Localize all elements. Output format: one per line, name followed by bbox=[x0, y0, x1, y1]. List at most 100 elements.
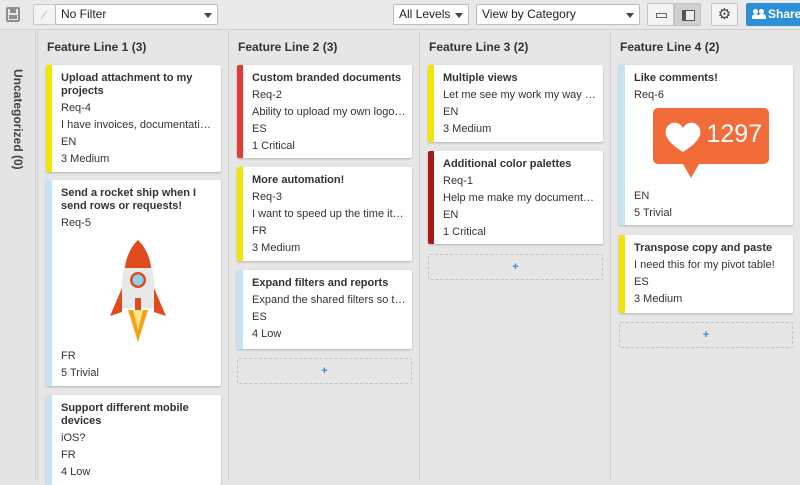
card-req-1[interactable]: Additional color palettes Req-1 Help me … bbox=[428, 151, 603, 244]
card-title: Transpose copy and paste bbox=[634, 242, 773, 254]
card-req-4[interactable]: Upload attachment to my projects Req-4 I… bbox=[46, 65, 221, 172]
card-priority: 1 Critical bbox=[252, 140, 295, 152]
column-feature-line-3: Feature Line 3 (2) Multiple views Let me… bbox=[419, 31, 610, 480]
uncategorized-column: Uncategorized (0) bbox=[0, 31, 36, 480]
priority-stripe bbox=[619, 235, 625, 313]
card-priority: 4 Low bbox=[252, 328, 282, 340]
card-description: I want to speed up the time it takes bbox=[252, 208, 406, 220]
column-title: Feature Line 2 (3) bbox=[238, 40, 338, 54]
card-req-3[interactable]: More automation! Req-3 I want to speed u… bbox=[237, 167, 412, 261]
levels-select-value: All Levels bbox=[399, 7, 451, 21]
card-title: Multiple views bbox=[443, 72, 518, 84]
card-transpose-copy[interactable]: Transpose copy and paste I need this for… bbox=[619, 235, 793, 313]
card-description: Let me see my work my way and bbox=[443, 89, 597, 101]
chevron-down-icon bbox=[204, 13, 212, 18]
priority-stripe bbox=[237, 270, 243, 349]
toolbar: ⁄ No Filter All Levels View by Category … bbox=[0, 0, 800, 30]
people-icon bbox=[752, 9, 766, 19]
card-id: Req-6 bbox=[634, 89, 664, 101]
filter-select[interactable]: No Filter bbox=[55, 4, 218, 25]
card-view-button[interactable] bbox=[674, 3, 701, 26]
save-icon[interactable] bbox=[6, 7, 20, 22]
card-language: EN bbox=[443, 209, 459, 221]
levels-select[interactable]: All Levels bbox=[393, 4, 469, 25]
card-multiple-views[interactable]: Multiple views Let me see my work my way… bbox=[428, 65, 603, 142]
column-title: Feature Line 3 (2) bbox=[429, 40, 529, 54]
column-title: Feature Line 1 (3) bbox=[47, 40, 147, 54]
priority-stripe bbox=[46, 65, 52, 172]
compact-view-button[interactable] bbox=[647, 3, 674, 26]
like-badge-image: 1297 bbox=[652, 108, 769, 178]
column-feature-line-4: Feature Line 4 (2) Like comments! Req-6 … bbox=[610, 31, 800, 480]
card-mobile-devices[interactable]: Support different mobile devices iOS? FR… bbox=[46, 395, 221, 485]
priority-stripe bbox=[237, 167, 243, 261]
column-title: Feature Line 4 (2) bbox=[620, 40, 720, 54]
card-id: Req-1 bbox=[443, 175, 473, 187]
card-language: EN bbox=[443, 106, 459, 118]
card-language: FR bbox=[61, 350, 76, 362]
card-title: Expand filters and reports bbox=[252, 277, 389, 289]
card-expand-filters[interactable]: Expand filters and reports Expand the sh… bbox=[237, 270, 412, 349]
card-priority: 4 Low bbox=[61, 466, 91, 478]
share-button-label: Share bbox=[768, 7, 800, 21]
card-language: EN bbox=[634, 190, 650, 202]
card-language: ES bbox=[634, 276, 649, 288]
gear-icon: ⚙ bbox=[717, 6, 732, 23]
priority-stripe bbox=[237, 65, 243, 158]
chevron-down-icon bbox=[626, 13, 634, 18]
card-priority: 3 Medium bbox=[634, 293, 683, 305]
card-req-5[interactable]: Send a rocket ship when I send rows or r… bbox=[46, 180, 221, 386]
card-description: I have invoices, documentations and bbox=[61, 119, 215, 131]
add-card-button[interactable]: + bbox=[619, 322, 793, 348]
rocket-image bbox=[106, 238, 170, 348]
card-language: ES bbox=[252, 123, 267, 135]
like-count: 1297 bbox=[706, 120, 763, 148]
card-description: Expand the shared filters so that it bbox=[252, 294, 406, 306]
card-title: More automation! bbox=[252, 174, 345, 186]
chevron-down-icon bbox=[455, 13, 463, 18]
card-title: Upload attachment to my projects bbox=[61, 72, 193, 97]
card-title: Send a rocket ship when I send rows or r… bbox=[61, 187, 197, 212]
card-id: Req-5 bbox=[61, 217, 91, 229]
card-id: Req-3 bbox=[252, 191, 282, 203]
priority-stripe bbox=[46, 180, 52, 386]
priority-stripe bbox=[46, 395, 52, 485]
card-title: Additional color palettes bbox=[443, 158, 572, 170]
card-language: EN bbox=[61, 136, 77, 148]
card-view-icon bbox=[682, 10, 695, 21]
card-priority: 1 Critical bbox=[443, 226, 486, 238]
card-priority: 5 Trivial bbox=[634, 207, 672, 219]
card-id: Req-2 bbox=[252, 89, 282, 101]
priority-stripe bbox=[428, 151, 434, 244]
priority-stripe bbox=[619, 65, 625, 225]
card-language: FR bbox=[61, 449, 76, 461]
card-description: Ability to upload my own logo and bbox=[252, 106, 406, 118]
card-title: Like comments! bbox=[634, 72, 718, 84]
compact-view-icon bbox=[656, 13, 667, 18]
filter-select-value: No Filter bbox=[61, 7, 107, 21]
priority-stripe bbox=[428, 65, 434, 142]
card-priority: 5 Trivial bbox=[61, 367, 99, 379]
card-title: Custom branded documents bbox=[252, 72, 402, 84]
column-feature-line-1: Feature Line 1 (3) Upload attachment to … bbox=[37, 31, 228, 485]
settings-button[interactable]: ⚙ bbox=[711, 3, 738, 26]
card-req-6[interactable]: Like comments! Req-6 1297 EN 5 Trivial bbox=[619, 65, 793, 225]
card-req-2[interactable]: Custom branded documents Req-2 Ability t… bbox=[237, 65, 412, 158]
share-button[interactable]: Share bbox=[746, 3, 800, 26]
card-description: Help me make my documents look bbox=[443, 192, 597, 204]
card-priority: 3 Medium bbox=[252, 242, 301, 254]
add-card-button[interactable]: + bbox=[428, 254, 603, 280]
card-language: FR bbox=[252, 225, 267, 237]
uncategorized-label: Uncategorized (0) bbox=[11, 69, 25, 170]
card-priority: 3 Medium bbox=[61, 153, 110, 165]
view-by-select-value: View by Category bbox=[482, 7, 576, 21]
card-priority: 3 Medium bbox=[443, 123, 492, 135]
card-description: iOS? bbox=[61, 432, 86, 444]
card-id: Req-4 bbox=[61, 102, 91, 114]
filter-icon[interactable]: ⁄ bbox=[33, 4, 55, 25]
card-description: I need this for my pivot table! bbox=[634, 259, 775, 271]
card-title: Support different mobile devices bbox=[61, 402, 189, 427]
view-by-select[interactable]: View by Category bbox=[476, 4, 640, 25]
card-language: ES bbox=[252, 311, 267, 323]
add-card-button[interactable]: + bbox=[237, 358, 412, 384]
